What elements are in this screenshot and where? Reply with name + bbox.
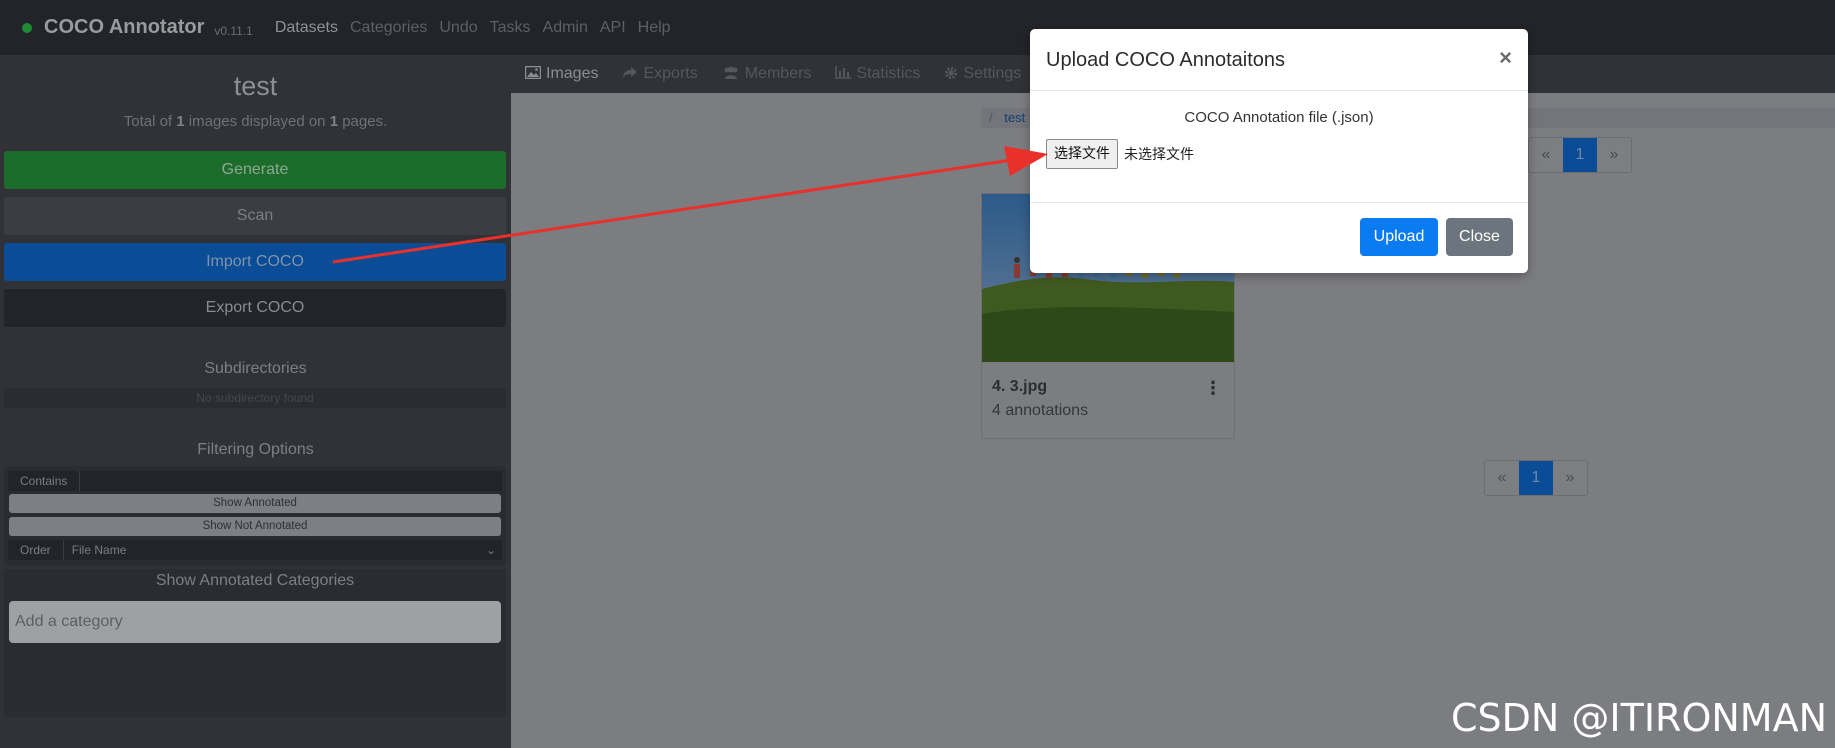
subdirectory-empty-text: No subdirectory found [4,388,506,408]
summary-middle: images displayed on [184,113,330,130]
modal-header: Upload COCO Annotaitons × [1030,29,1528,91]
breadcrumb-item-test[interactable]: test [1004,110,1025,125]
tab-images-label: Images [546,65,599,82]
image-file-name[interactable]: 4. 3.jpg [992,378,1047,396]
csdn-watermark: CSDN @ITIRONMAN [1451,696,1827,740]
pagination-page-current[interactable]: 1 [1563,138,1597,172]
nav-admin[interactable]: Admin [543,19,588,37]
pagination-bottom: « 1 » [1484,460,1588,496]
nav-undo[interactable]: Undo [439,19,477,37]
modal-body: COCO Annotation file (.json) 选择文件 未选择文件 [1030,91,1528,203]
bar-chart-icon [835,66,852,82]
close-icon[interactable]: × [1499,45,1512,71]
summary-prefix: Total of [123,113,177,130]
image-icon [524,65,542,82]
tab-settings[interactable]: Settings [944,65,1021,83]
tab-statistics-label: Statistics [856,65,921,82]
app-brand[interactable]: COCO Annotator [44,16,204,39]
file-input: 选择文件 未选择文件 [1046,139,1194,169]
pagination-page-current[interactable]: 1 [1519,461,1553,495]
image-annotation-count: 4 annotations [992,402,1089,419]
pagination-prev[interactable]: « [1529,138,1563,172]
filter-panel: Contains Show Annotated Show Not Annotat… [4,466,506,566]
pagination-next[interactable]: » [1597,138,1631,172]
top-navbar: COCO Annotator v0.11.1 Datasets Categori… [0,0,1835,55]
nav-categories[interactable]: Categories [350,19,427,37]
tab-images[interactable]: Images [524,65,599,83]
tab-statistics[interactable]: Statistics [835,65,920,83]
modal-footer: Upload Close [1030,203,1528,273]
modal-title: Upload COCO Annotaitons [1046,49,1286,71]
scan-button[interactable]: Scan [4,197,506,235]
nav-tasks[interactable]: Tasks [490,19,531,37]
dataset-title: test [233,71,278,101]
tab-members[interactable]: Members [722,65,812,83]
summary-image-count: 1 [176,113,185,130]
summary-suffix: pages. [338,113,388,130]
upload-coco-modal: Upload COCO Annotaitons × COCO Annotatio… [1030,29,1528,273]
users-icon [722,66,740,82]
nav-datasets[interactable]: Datasets [275,19,338,37]
categories-heading: Show Annotated Categories [155,572,355,589]
pagination-prev[interactable]: « [1485,461,1519,495]
file-status-text: 未选择文件 [1124,147,1194,163]
filtering-heading: Filtering Options [197,441,314,458]
chevron-down-icon: ⌄ [485,543,496,557]
gear-icon [944,66,958,83]
breadcrumb-separator: / [989,110,993,125]
categories-panel: Show Annotated Categories Add a category [4,569,506,717]
pagination-next[interactable]: » [1553,461,1587,495]
tab-settings-label: Settings [963,65,1022,82]
order-select-value: File Name [71,543,127,557]
contains-field[interactable]: Contains [8,471,502,491]
add-category-input[interactable]: Add a category [9,601,501,643]
upload-button[interactable]: Upload [1360,218,1438,256]
show-not-annotated-button[interactable]: Show Not Annotated [9,517,501,536]
choose-file-button[interactable]: 选择文件 [1046,139,1118,169]
order-label: Order [8,540,64,560]
export-coco-button[interactable]: Export COCO [4,289,506,327]
kebab-menu-icon[interactable]: ⋮ [1204,378,1222,399]
nav-help[interactable]: Help [638,19,671,37]
close-button[interactable]: Close [1446,218,1513,256]
summary-page-count: 1 [329,113,339,130]
dataset-summary: Total of 1 images displayed on 1 pages. [0,113,511,130]
order-field: Order File Name ⌄ [8,540,502,560]
status-dot-icon [22,22,32,33]
contains-label: Contains [8,471,81,491]
generate-button[interactable]: Generate [4,151,506,189]
file-input-label: COCO Annotation file (.json) [1184,109,1374,126]
tab-exports[interactable]: Exports [622,65,698,83]
order-select[interactable]: File Name ⌄ [64,540,502,560]
tab-members-label: Members [744,65,812,82]
import-coco-button[interactable]: Import COCO [4,243,506,281]
share-icon [622,66,638,82]
app-version: v0.11.1 [214,23,253,38]
subdirectories-heading: Subdirectories [204,360,307,377]
sidebar: test Total of 1 images displayed on 1 pa… [0,55,511,748]
show-annotated-button[interactable]: Show Annotated [9,494,501,513]
tab-exports-label: Exports [643,65,698,82]
nav-api[interactable]: API [600,19,626,37]
pagination-top: « 1 » [1528,137,1632,173]
